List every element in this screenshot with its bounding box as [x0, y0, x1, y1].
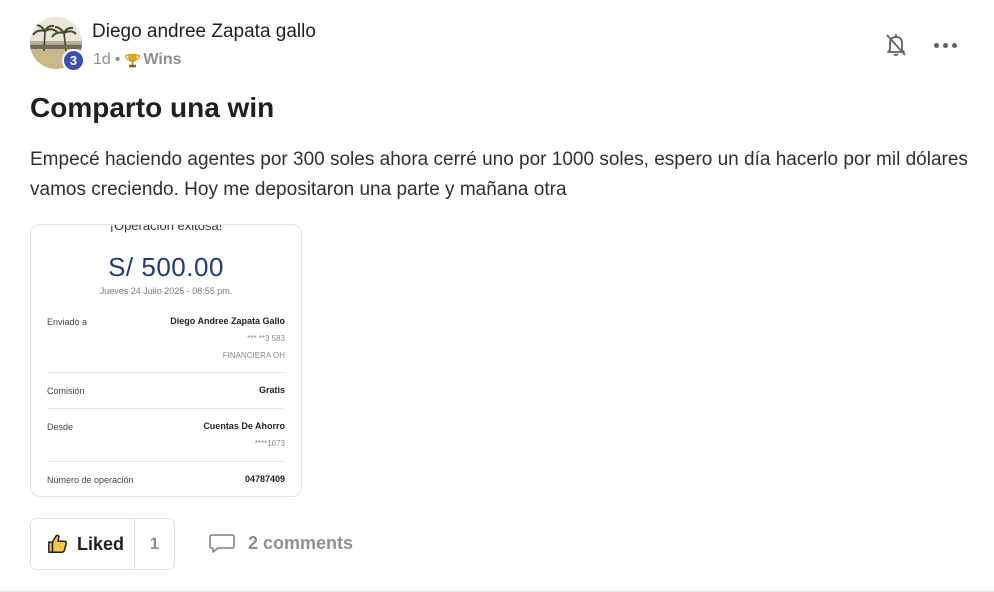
- receipt-heading: ¡Operación exitosa!: [109, 224, 223, 233]
- comments-button[interactable]: 2 comments: [208, 531, 353, 555]
- meta-separator: •: [114, 51, 121, 68]
- like-button[interactable]: Liked: [31, 519, 135, 569]
- receipt-bank-name: FINANCIERA OH: [222, 351, 285, 360]
- receipt-label-from: Desde: [47, 422, 74, 432]
- receipt-account-masked: *** **3 583: [247, 334, 285, 343]
- receipt-divider: [47, 372, 285, 373]
- thumbs-up-icon: [48, 534, 67, 553]
- like-button-label: Liked: [77, 533, 125, 554]
- author-avatar-container[interactable]: 3: [30, 17, 85, 72]
- more-options-icon[interactable]: [934, 38, 960, 52]
- trophy-icon: [125, 53, 141, 67]
- receipt-amount: S/ 500.00: [108, 252, 224, 282]
- like-count[interactable]: 1: [135, 519, 174, 569]
- receipt-value-sent-to: Diego Andree Zapata Gallo: [170, 316, 285, 326]
- post-meta: 1d • Wins: [93, 51, 181, 69]
- post-category[interactable]: Wins: [124, 51, 181, 69]
- comment-icon: [209, 534, 235, 553]
- like-control: Liked 1: [30, 518, 175, 570]
- post-body: Empecé haciendo agentes por 300 soles ah…: [30, 149, 968, 200]
- level-badge: 3: [62, 49, 85, 72]
- post-age: 1d: [93, 51, 111, 68]
- author-name[interactable]: Diego andree Zapata gallo: [92, 21, 316, 43]
- bell-off-icon[interactable]: [884, 32, 908, 58]
- receipt-divider: [47, 408, 285, 409]
- receipt-divider: [47, 461, 285, 462]
- receipt-label-sent-to: Enviado a: [47, 317, 88, 327]
- receipt-date: Jueves 24 Julio 2025 - 08:55 pm.: [99, 286, 233, 296]
- receipt-label-commission: Comisión: [47, 386, 85, 396]
- post-category-label: Wins: [143, 51, 182, 68]
- receipt-from-account: ****1073: [254, 439, 285, 448]
- post-title: Comparto una win: [30, 92, 275, 123]
- post-card: 3 Diego andree Zapata gallo 1d • Wins Co…: [0, 0, 994, 592]
- receipt-label-operation-number: Número de operación: [47, 475, 134, 485]
- receipt-image[interactable]: ¡Operación exitosa! S/ 500.00 Jueves 24 …: [30, 224, 302, 497]
- receipt-value-from: Cuentas De Ahorro: [203, 421, 285, 431]
- receipt-value-operation-number: 04787409: [244, 474, 285, 484]
- receipt-value-commission: Gratis: [258, 385, 285, 395]
- comments-count-label: 2 comments: [248, 532, 354, 553]
